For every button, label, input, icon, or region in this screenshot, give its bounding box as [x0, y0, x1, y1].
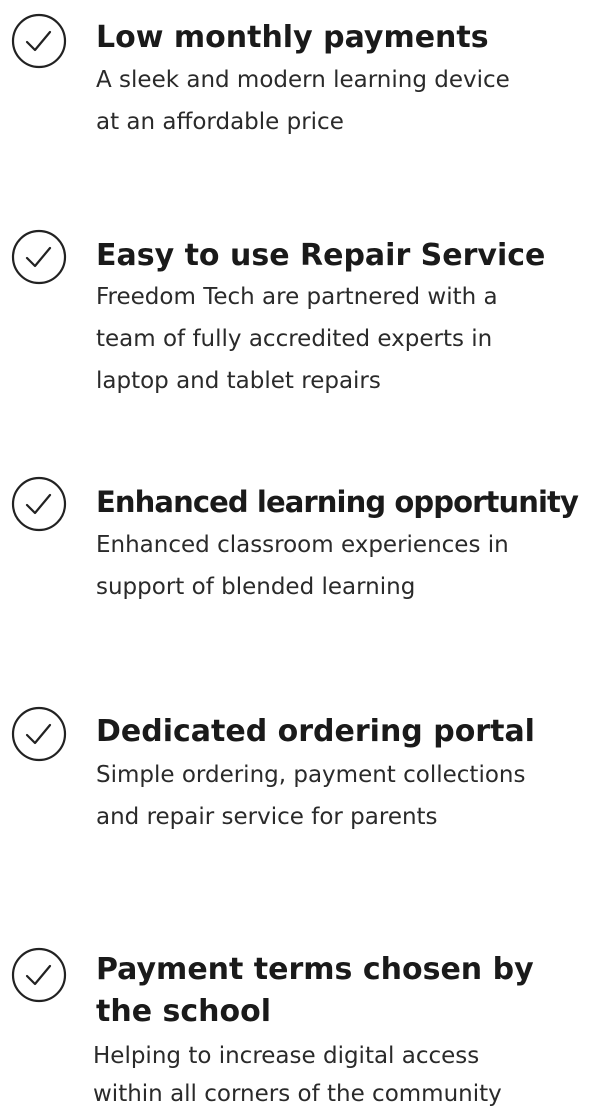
feature-title: Easy to use Repair Service: [96, 238, 546, 273]
feature-title: Dedicated ordering portal: [96, 714, 535, 749]
feature-description-line: laptop and tablet repairs: [96, 368, 381, 394]
check-circle-icon: [10, 12, 68, 70]
feature-description-line: Simple ordering, payment collections: [96, 762, 526, 788]
feature-description-line: within all corners of the community: [93, 1081, 502, 1107]
feature-description-line: Enhanced classroom experiences in: [96, 532, 509, 558]
feature-description-line: A sleek and modern learning device: [96, 67, 510, 93]
feature-description-line: team of fully accredited experts in: [96, 326, 493, 352]
feature-description-line: Helping to increase digital access: [93, 1043, 480, 1069]
check-circle-icon: [10, 475, 68, 533]
feature-title-line: the school: [96, 994, 271, 1029]
check-circle-icon: [10, 705, 68, 763]
feature-description-line: support of blended learning: [96, 574, 416, 600]
feature-description-line: Freedom Tech are partnered with a: [96, 284, 498, 310]
feature-title: Enhanced learning opportunity: [96, 485, 579, 519]
feature-description-line: at an affordable price: [96, 109, 344, 135]
feature-description-line: and repair service for parents: [96, 804, 438, 830]
feature-title-line: Payment terms chosen by: [96, 952, 534, 987]
check-circle-icon: [10, 228, 68, 286]
check-circle-icon: [10, 946, 68, 1004]
feature-title: Low monthly payments: [96, 20, 489, 55]
